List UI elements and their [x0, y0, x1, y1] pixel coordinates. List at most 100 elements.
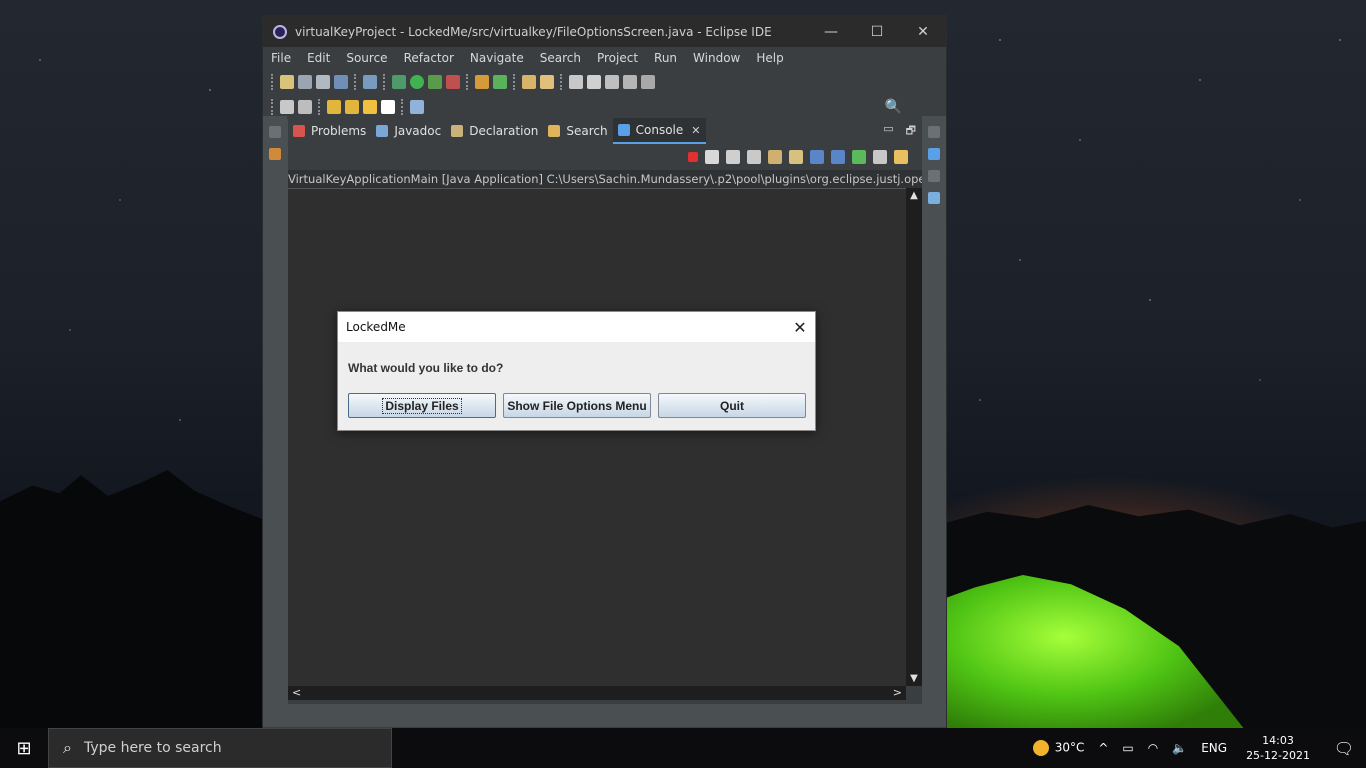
battery-icon[interactable]: ▭: [1115, 741, 1140, 755]
show-console-output-icon[interactable]: [810, 150, 824, 164]
debug-icon[interactable]: [392, 74, 406, 89]
menu-search[interactable]: Search: [532, 51, 589, 65]
run-icon[interactable]: [410, 74, 424, 89]
menu-window[interactable]: Window: [685, 51, 748, 65]
quick-search-icon[interactable]: 🔍: [885, 99, 902, 115]
windows-start-icon[interactable]: ⊞: [0, 738, 48, 759]
close-tab-icon[interactable]: ✕: [691, 124, 700, 137]
console-output[interactable]: [288, 188, 906, 686]
back-arrow-icon[interactable]: [363, 99, 377, 114]
scroll-lock-icon[interactable]: [768, 150, 782, 164]
display-selected-console-icon[interactable]: [873, 150, 887, 164]
menu-navigate[interactable]: Navigate: [462, 51, 532, 65]
tab-problems[interactable]: Problems: [288, 118, 371, 144]
minimize-button[interactable]: —: [808, 24, 854, 40]
maximize-button[interactable]: ☐: [854, 24, 900, 40]
notifications-icon[interactable]: 🗨: [1322, 739, 1366, 758]
pilcrow-icon[interactable]: [641, 74, 655, 89]
show-whitespace-icon[interactable]: [623, 74, 637, 89]
button-label: Display Files: [382, 397, 462, 414]
skip-breakpoints-icon[interactable]: [363, 74, 377, 89]
new-icon[interactable]: [280, 74, 294, 89]
open-console-icon[interactable]: [894, 150, 908, 164]
scroll-down-icon[interactable]: ▼: [906, 673, 922, 684]
taskbar-clock[interactable]: 14:03 25-12-2021: [1234, 733, 1322, 763]
terminate-icon[interactable]: [688, 152, 698, 162]
display-files-button[interactable]: Display Files: [348, 393, 496, 418]
tab-console[interactable]: Console ✕: [612, 118, 706, 144]
next-edit-icon[interactable]: [345, 99, 359, 114]
new-java-package-icon[interactable]: [475, 74, 489, 89]
eclipse-icon: [273, 24, 287, 39]
pin-editor-icon[interactable]: [410, 99, 424, 114]
eclipse-titlebar: virtualKeyProject - LockedMe/src/virtual…: [263, 16, 946, 47]
restore-view-icon[interactable]: [928, 126, 940, 138]
scroll-up-icon[interactable]: ▲: [906, 190, 922, 201]
tab-declaration[interactable]: Declaration: [446, 118, 543, 144]
console-icon: [617, 124, 630, 136]
search-tool-icon[interactable]: [540, 74, 554, 89]
terminal-icon[interactable]: [334, 74, 348, 89]
wifi-icon[interactable]: ◠: [1141, 741, 1165, 755]
volume-icon[interactable]: 🔈: [1165, 741, 1194, 755]
show-console-error-icon[interactable]: [831, 150, 845, 164]
task-list-icon[interactable]: [928, 192, 940, 204]
quit-button[interactable]: Quit: [658, 393, 806, 418]
menu-source[interactable]: Source: [338, 51, 395, 65]
restore-view-icon[interactable]: [928, 170, 940, 182]
menu-file[interactable]: File: [263, 51, 299, 65]
menu-run[interactable]: Run: [646, 51, 685, 65]
javadoc-icon: [376, 125, 389, 137]
close-button[interactable]: ✕: [900, 24, 946, 40]
toggle-word-wrap-icon[interactable]: [605, 74, 619, 89]
word-wrap-icon[interactable]: [789, 150, 803, 164]
package-explorer-icon[interactable]: [269, 148, 281, 160]
save-all-icon[interactable]: [316, 74, 330, 89]
vertical-scrollbar[interactable]: ▲ ▼: [906, 188, 922, 686]
external-tools-icon[interactable]: [446, 74, 460, 89]
menu-edit[interactable]: Edit: [299, 51, 338, 65]
tab-search[interactable]: Search: [543, 118, 612, 144]
dialog-button-row: Display Files Show File Options Menu Qui…: [348, 393, 806, 418]
language-indicator[interactable]: ENG: [1194, 741, 1234, 755]
menu-refactor[interactable]: Refactor: [396, 51, 462, 65]
last-edit-location-icon[interactable]: [327, 99, 341, 114]
dialog-message: What would you like to do?: [348, 361, 504, 375]
weather-widget[interactable]: 30°C: [1026, 740, 1092, 756]
pin-console-icon[interactable]: [852, 150, 866, 164]
weather-temp: 30°C: [1054, 740, 1085, 755]
show-file-options-button[interactable]: Show File Options Menu: [503, 393, 651, 418]
toolbar-grip: [401, 98, 404, 115]
save-icon[interactable]: [298, 74, 312, 89]
open-type-icon[interactable]: [522, 74, 536, 89]
scroll-left-icon[interactable]: <: [292, 686, 301, 700]
new-java-class-icon[interactable]: [493, 74, 507, 89]
toggle-mark-occurrences-icon[interactable]: [569, 74, 583, 89]
horizontal-scrollbar[interactable]: < >: [288, 686, 906, 700]
taskbar-search[interactable]: ⌕ Type here to search: [48, 728, 392, 768]
minimize-view-button[interactable]: ▭: [883, 122, 893, 141]
lockedme-dialog: LockedMe ✕ What would you like to do? Di…: [337, 311, 816, 431]
toggle-block-selection-icon[interactable]: [587, 74, 601, 89]
restore-view-icon[interactable]: [269, 126, 281, 138]
menu-project[interactable]: Project: [589, 51, 646, 65]
show-hidden-icons-icon[interactable]: ^: [1091, 741, 1115, 755]
remove-launch-icon[interactable]: [705, 150, 719, 164]
tab-label: Declaration: [469, 124, 539, 138]
next-annotation-icon[interactable]: [280, 99, 294, 114]
toolbar-grip: [383, 73, 386, 90]
remove-all-terminated-icon[interactable]: [726, 150, 740, 164]
menu-help[interactable]: Help: [748, 51, 791, 65]
toolbar-grip: [513, 73, 516, 90]
tab-javadoc[interactable]: Javadoc: [371, 118, 446, 144]
previous-annotation-icon[interactable]: [298, 99, 312, 114]
right-trim: [922, 116, 946, 736]
outline-icon[interactable]: [928, 148, 940, 160]
coverage-icon[interactable]: [428, 74, 442, 89]
clear-console-icon[interactable]: [747, 150, 761, 164]
wallpaper-mountains-left: [0, 470, 270, 730]
dialog-close-button[interactable]: ✕: [785, 318, 815, 337]
maximize-view-button[interactable]: 🗗: [906, 122, 916, 141]
forward-arrow-icon[interactable]: [381, 99, 395, 114]
scroll-right-icon[interactable]: >: [893, 686, 902, 700]
